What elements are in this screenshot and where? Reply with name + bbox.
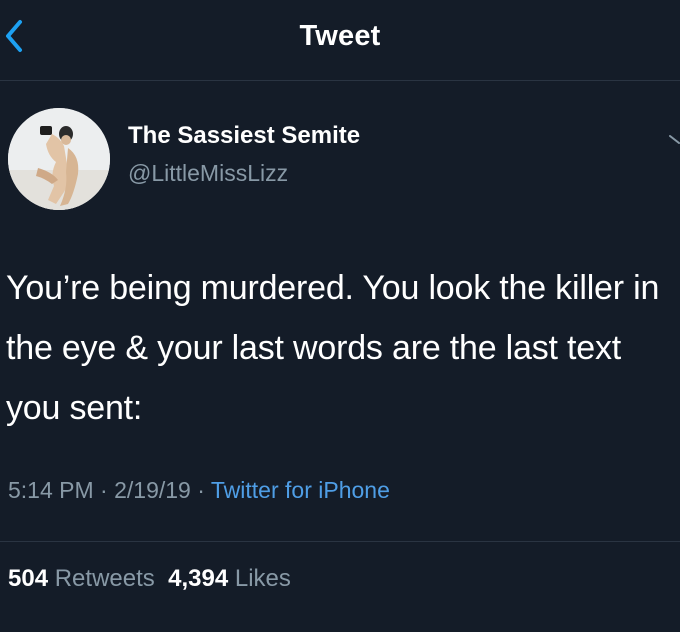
divider — [0, 541, 680, 542]
author-name[interactable]: The Sassiest Semite — [128, 122, 360, 150]
meta-separator: · — [100, 477, 108, 503]
chevron-down-icon — [669, 135, 680, 144]
author-handle: @LittleMissLizz — [128, 160, 289, 186]
meta-separator: · — [197, 477, 205, 503]
more-options-button[interactable] — [668, 132, 680, 148]
tweet-stats: 504 Retweets 4,394 Likes — [8, 565, 291, 593]
top-bar: Tweet — [0, 0, 680, 81]
retweets-stat[interactable]: 504 Retweets — [8, 565, 155, 592]
likes-label: Likes — [234, 565, 291, 592]
tweet-date: 2/19/19 — [114, 477, 191, 503]
likes-stat[interactable]: 4,394 Likes — [168, 565, 291, 592]
tweet-text: You’re being murdered. You look the kill… — [6, 269, 660, 427]
avatar-image — [8, 108, 110, 210]
tweet-source-link[interactable]: Twitter for iPhone — [211, 477, 390, 503]
tweet-meta: 5:14 PM · 2/19/19 · Twitter for iPhone — [8, 477, 390, 504]
retweets-count: 504 — [8, 565, 49, 592]
page-title: Tweet — [299, 20, 381, 52]
tweet-time: 5:14 PM — [8, 477, 94, 503]
avatar[interactable] — [8, 108, 110, 210]
likes-count: 4,394 — [168, 565, 229, 592]
retweets-label: Retweets — [54, 565, 155, 592]
